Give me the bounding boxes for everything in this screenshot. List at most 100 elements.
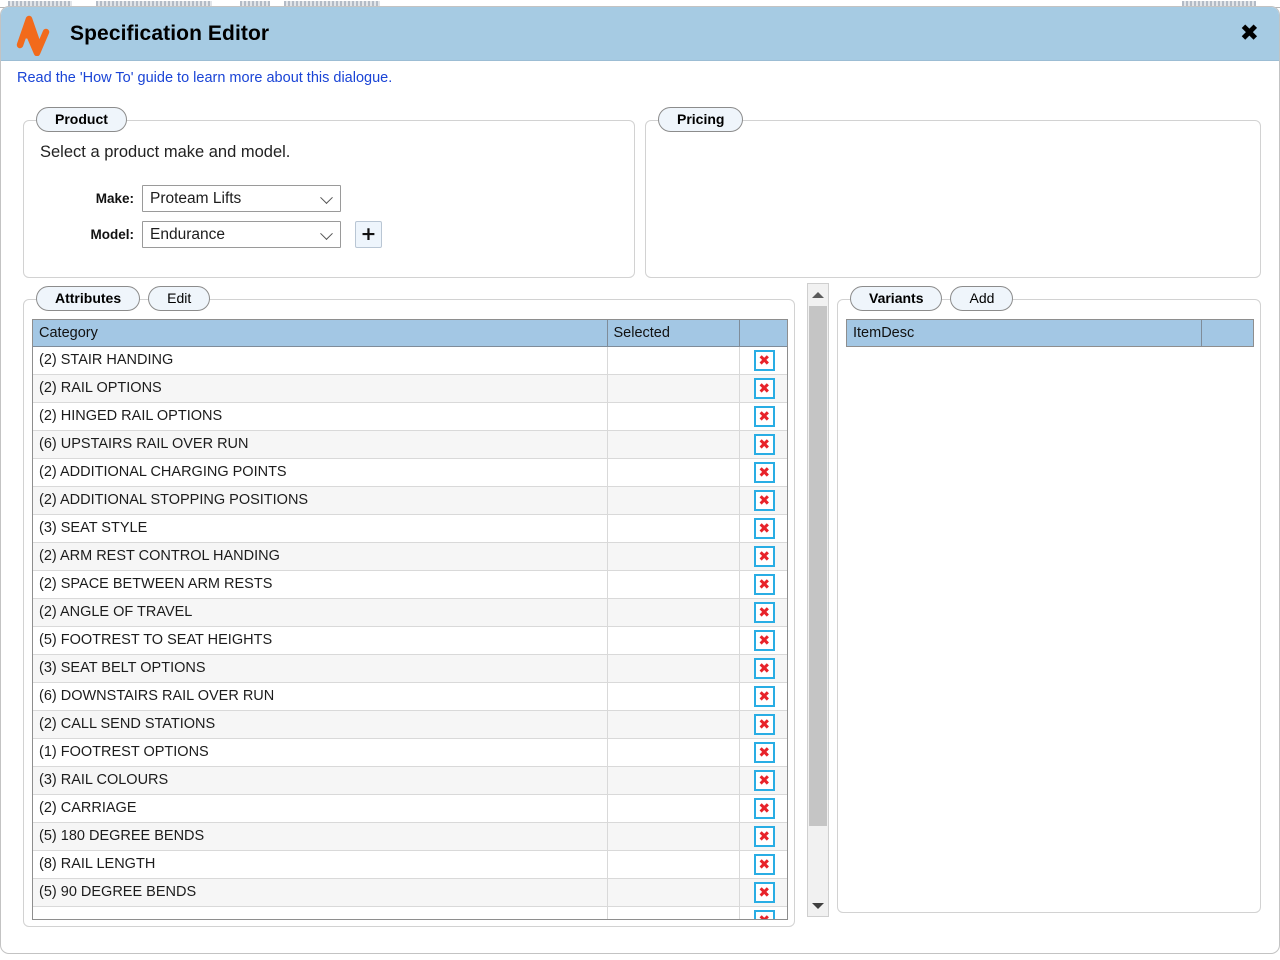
cell-selected[interactable] (607, 570, 740, 599)
delete-x-icon[interactable]: ✖ (753, 601, 775, 623)
table-row[interactable]: (5) 180 DEGREE BENDS ✖ (33, 822, 787, 851)
scroll-down-arrow-icon[interactable] (808, 895, 828, 916)
cell-selected[interactable] (607, 906, 740, 919)
cell-category: (2) ARM REST CONTROL HANDING (33, 542, 608, 571)
table-row[interactable]: (6) UPSTAIRS RAIL OVER RUN ✖ (33, 430, 787, 459)
scrollbar-thumb[interactable] (809, 306, 827, 826)
attributes-vertical-scrollbar[interactable] (807, 283, 829, 917)
delete-x-icon[interactable]: ✖ (753, 797, 775, 819)
cell-selected[interactable] (607, 654, 740, 683)
delete-x-icon[interactable]: ✖ (753, 713, 775, 735)
table-row[interactable]: (2) ADDITIONAL CHARGING POINTS ✖ (33, 458, 787, 487)
howto-guide-link[interactable]: Read the 'How To' guide to learn more ab… (17, 70, 392, 86)
variants-tabs: Variants Add (850, 286, 1014, 311)
cell-selected[interactable] (607, 402, 740, 431)
delete-x-icon[interactable]: ✖ (753, 377, 775, 399)
table-row[interactable]: (2) ARM REST CONTROL HANDING ✖ (33, 542, 787, 571)
table-row[interactable]: (3) RAIL COLOURS ✖ (33, 766, 787, 795)
cell-selected[interactable] (607, 626, 740, 655)
table-row[interactable]: (2) HINGED RAIL OPTIONS ✖ (33, 402, 787, 431)
delete-x-icon[interactable]: ✖ (753, 881, 775, 903)
cell-selected[interactable] (607, 346, 740, 375)
table-row[interactable]: (3) SEAT BELT OPTIONS ✖ (33, 654, 787, 683)
model-select[interactable]: Endurance (142, 221, 341, 248)
cell-selected[interactable] (607, 766, 740, 795)
table-row[interactable]: (2) SPACE BETWEEN ARM RESTS ✖ (33, 570, 787, 599)
close-icon[interactable]: ✖ (1240, 22, 1259, 45)
table-row[interactable]: (1) FOOTREST OPTIONS ✖ (33, 738, 787, 767)
cell-selected[interactable] (607, 598, 740, 627)
cell-actions: ✖ (739, 878, 787, 907)
table-row[interactable]: (2) ADDITIONAL STOPPING POSITIONS ✖ (33, 486, 787, 515)
tab-attributes[interactable]: Attributes (36, 286, 141, 311)
cell-actions: ✖ (739, 738, 787, 767)
table-row[interactable]: (5) 90 DEGREE BENDS ✖ (33, 878, 787, 907)
variants-table-scroll: ItemDesc (846, 319, 1254, 347)
delete-x-icon[interactable]: ✖ (753, 909, 775, 919)
delete-x-icon[interactable]: ✖ (753, 629, 775, 651)
cell-category: (5) FOOTREST TO SEAT HEIGHTS (33, 626, 608, 655)
make-select[interactable]: Proteam Lifts (142, 185, 341, 212)
cell-selected[interactable] (607, 682, 740, 711)
table-row[interactable]: (8) RAIL LENGTH ✖ (33, 850, 787, 879)
product-panel: Product Select a product make and model.… (23, 107, 635, 278)
column-header-category[interactable]: Category (33, 320, 608, 347)
cell-actions: ✖ (739, 542, 787, 571)
cell-selected[interactable] (607, 738, 740, 767)
cell-selected[interactable] (607, 850, 740, 879)
variants-header-row: ItemDesc (847, 320, 1253, 346)
cell-selected[interactable] (607, 458, 740, 487)
make-label: Make: (95, 191, 134, 206)
delete-x-icon[interactable]: ✖ (753, 349, 775, 371)
cell-selected[interactable] (607, 374, 740, 403)
scroll-up-arrow-icon[interactable] (808, 284, 828, 305)
make-select-value: Proteam Lifts (150, 190, 242, 207)
chevron-down-icon (320, 226, 333, 240)
attributes-table-scroll: Category Selected (2) STAIR HANDING ✖ (2) … (32, 319, 788, 920)
delete-x-icon[interactable]: ✖ (753, 461, 775, 483)
table-header-row: Category Selected (33, 320, 787, 347)
table-row[interactable]: (2) STAIR HANDING ✖ (33, 346, 787, 375)
cell-selected[interactable] (607, 878, 740, 907)
table-row[interactable]: (2) CARRIAGE ✖ (33, 794, 787, 823)
table-row[interactable]: (2) ANGLE OF TRAVEL ✖ (33, 598, 787, 627)
column-header-itemdesc[interactable]: ItemDesc (847, 320, 1202, 346)
cell-selected[interactable] (607, 430, 740, 459)
delete-x-icon[interactable]: ✖ (753, 657, 775, 679)
add-model-button[interactable]: + (355, 221, 382, 248)
delete-x-icon[interactable]: ✖ (753, 489, 775, 511)
column-header-selected[interactable]: Selected (607, 320, 740, 347)
av-logo-icon (16, 15, 50, 56)
delete-x-icon[interactable]: ✖ (753, 573, 775, 595)
cell-category: (5) 180 DEGREE BENDS (33, 822, 608, 851)
make-field-row: Make: Proteam Lifts (60, 185, 341, 212)
delete-x-icon[interactable]: ✖ (753, 825, 775, 847)
cell-actions: ✖ (739, 374, 787, 403)
delete-x-icon[interactable]: ✖ (753, 853, 775, 875)
table-row[interactable]: (2) RAIL OPTIONS ✖ (33, 374, 787, 403)
delete-x-icon[interactable]: ✖ (753, 433, 775, 455)
cell-selected[interactable] (607, 542, 740, 571)
tab-add[interactable]: Add (950, 286, 1014, 311)
cell-selected[interactable] (607, 514, 740, 543)
cell-selected[interactable] (607, 794, 740, 823)
table-row[interactable]: ✖ (33, 906, 787, 919)
table-row[interactable]: (3) SEAT STYLE ✖ (33, 514, 787, 543)
product-legend-row: Product (36, 107, 127, 132)
cell-actions: ✖ (739, 766, 787, 795)
cell-actions: ✖ (739, 570, 787, 599)
delete-x-icon[interactable]: ✖ (753, 769, 775, 791)
delete-x-icon[interactable]: ✖ (753, 517, 775, 539)
table-row[interactable]: (5) FOOTREST TO SEAT HEIGHTS ✖ (33, 626, 787, 655)
cell-selected[interactable] (607, 822, 740, 851)
delete-x-icon[interactable]: ✖ (753, 545, 775, 567)
tab-edit[interactable]: Edit (148, 286, 211, 311)
cell-selected[interactable] (607, 486, 740, 515)
delete-x-icon[interactable]: ✖ (753, 405, 775, 427)
table-row[interactable]: (6) DOWNSTAIRS RAIL OVER RUN ✖ (33, 682, 787, 711)
table-row[interactable]: (2) CALL SEND STATIONS ✖ (33, 710, 787, 739)
cell-selected[interactable] (607, 710, 740, 739)
delete-x-icon[interactable]: ✖ (753, 685, 775, 707)
tab-variants[interactable]: Variants (850, 286, 943, 311)
delete-x-icon[interactable]: ✖ (753, 741, 775, 763)
